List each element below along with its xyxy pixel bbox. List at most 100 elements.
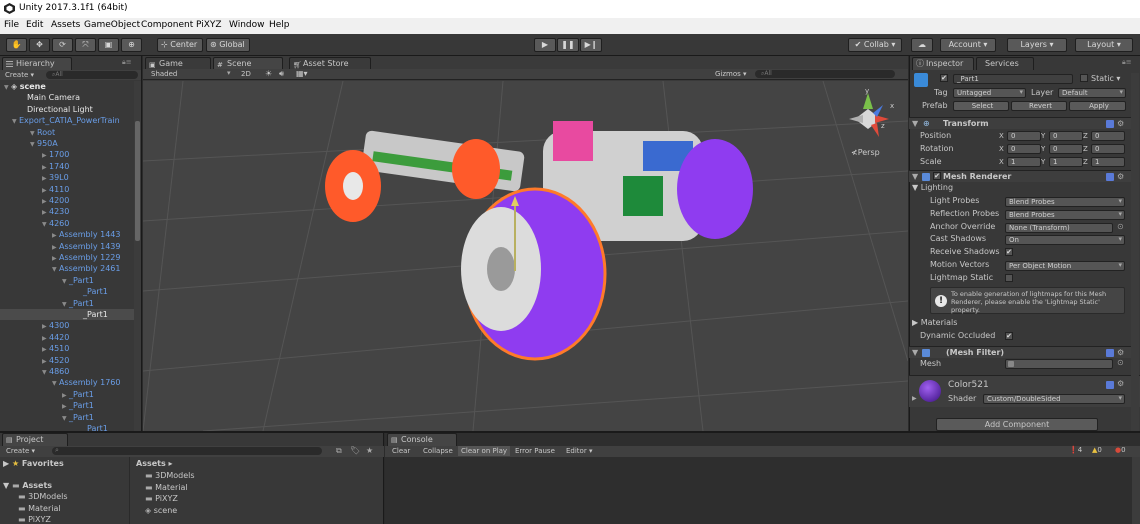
play-button[interactable]: ▶: [534, 38, 556, 52]
project-file-item[interactable]: ▬ PiXYZ: [145, 494, 178, 503]
console-scrollbar[interactable]: [1132, 457, 1140, 524]
project-file-item[interactable]: ◈ scene: [145, 506, 177, 515]
foldout-arrow-icon[interactable]: ▶: [42, 344, 49, 355]
mesh-filter-header[interactable]: ▼ (Mesh Filter) ⚙: [909, 346, 1131, 358]
transform-scale-y-field[interactable]: 1: [1049, 157, 1083, 167]
hierarchy-item[interactable]: ▶ 4230: [0, 206, 134, 217]
transform-scale-x-field[interactable]: 1: [1007, 157, 1041, 167]
object-picker-icon[interactable]: ⊙: [1117, 358, 1124, 367]
favorites-item[interactable]: ▶ ★ Favorites: [3, 459, 64, 468]
hierarchy-item[interactable]: ▶ 4110: [0, 184, 134, 195]
transform-position-x-field[interactable]: 0: [1007, 131, 1041, 141]
lightmap-static-checkbox[interactable]: [1005, 273, 1013, 282]
project-file-item[interactable]: ▬ 3DModels: [145, 471, 195, 480]
mesh-renderer-row-value[interactable]: Blend Probes: [1005, 209, 1125, 220]
tab-inspector[interactable]: ⓘ Inspector: [912, 57, 974, 70]
hierarchy-item[interactable]: ▶ _Part1: [0, 389, 134, 400]
hierarchy-item[interactable]: Main Camera: [0, 92, 134, 103]
shader-dropdown[interactable]: Custom/DoubleSided: [983, 394, 1125, 404]
settings-gear-icon[interactable]: ⚙: [1117, 379, 1124, 388]
move-tool-button[interactable]: ✥: [29, 38, 50, 52]
prefab-apply-button[interactable]: Apply: [1069, 101, 1126, 111]
menu-window[interactable]: Window: [229, 20, 265, 30]
project-breadcrumb[interactable]: Assets ▸: [136, 459, 173, 468]
transform-rotation-z-field[interactable]: 0: [1091, 144, 1125, 154]
transform-scale-z-field[interactable]: 1: [1091, 157, 1125, 167]
console-error-pause-button[interactable]: Error Pause: [515, 447, 555, 455]
console-clear-button[interactable]: Clear: [392, 447, 410, 455]
foldout-arrow-icon[interactable]: ▼: [42, 367, 49, 378]
foldout-arrow-icon[interactable]: ▶: [42, 196, 49, 207]
tag-dropdown[interactable]: Untagged: [953, 88, 1026, 98]
favorite-star-icon[interactable]: ★: [366, 446, 373, 455]
menu-edit[interactable]: Edit: [26, 20, 43, 30]
inspector-scrollbar[interactable]: [1131, 73, 1139, 431]
account-dropdown[interactable]: Account ▾: [940, 38, 996, 52]
pivot-center-toggle[interactable]: ⊹ Center: [157, 38, 203, 52]
inspector-lock-icon[interactable]: 🔒︎≡: [1122, 58, 1132, 67]
foldout-arrow-icon[interactable]: ▶: [42, 173, 49, 184]
static-checkbox[interactable]: [1080, 74, 1088, 82]
mesh-renderer-row-value[interactable]: Per Object Motion: [1005, 261, 1125, 271]
foldout-arrow-icon[interactable]: ▼: [62, 276, 69, 287]
layer-dropdown[interactable]: Default: [1058, 88, 1126, 98]
hierarchy-item[interactable]: ▼ Assembly 2461: [0, 263, 134, 274]
hierarchy-item[interactable]: ▼ Assembly 1760: [0, 377, 134, 388]
foldout-arrow-icon[interactable]: ▼: [62, 299, 69, 310]
foldout-arrow-icon[interactable]: ▼: [52, 264, 59, 275]
mode-2d-toggle[interactable]: 2D: [241, 70, 251, 78]
receive-shadows-checkbox[interactable]: ✔: [1005, 248, 1013, 257]
hierarchy-item[interactable]: ▶ 39L0: [0, 172, 134, 183]
hierarchy-item[interactable]: _Part1: [0, 286, 134, 297]
tab-hierarchy[interactable]: Hierarchy: [2, 57, 72, 70]
tab-console[interactable]: ▤ Console: [387, 433, 457, 446]
add-component-button[interactable]: Add Component: [936, 418, 1098, 431]
hierarchy-scene-root[interactable]: ▼ ◈ scene: [0, 81, 134, 92]
cloud-button[interactable]: ☁: [911, 38, 933, 52]
menu-component[interactable]: Component: [141, 20, 193, 30]
hierarchy-item[interactable]: ▶ 1740: [0, 161, 134, 172]
hierarchy-item[interactable]: _Part1: [0, 309, 134, 320]
foldout-arrow-icon[interactable]: ▶: [52, 253, 59, 264]
project-tree-folder[interactable]: ▬ 3DModels: [18, 492, 68, 501]
hierarchy-item[interactable]: ▶ 4420: [0, 332, 134, 343]
hierarchy-item[interactable]: ▼ 4260: [0, 218, 134, 229]
lighting-foldout[interactable]: ▼ Lighting: [912, 183, 953, 192]
foldout-arrow-icon[interactable]: ▶: [42, 333, 49, 344]
prefab-select-button[interactable]: Select: [953, 101, 1009, 111]
menu-file[interactable]: File: [4, 20, 19, 30]
hierarchy-item[interactable]: ▶ 1700: [0, 149, 134, 160]
console-warning-count[interactable]: ▲0: [1092, 446, 1102, 454]
hierarchy-item[interactable]: ▼ _Part1: [0, 412, 134, 423]
hand-tool-button[interactable]: ✋: [6, 38, 27, 52]
layout-dropdown[interactable]: Layout ▾: [1075, 38, 1133, 52]
project-search-input[interactable]: ⌕: [52, 446, 322, 455]
help-icon[interactable]: [1106, 173, 1114, 181]
help-icon[interactable]: [1106, 120, 1114, 128]
global-toggle[interactable]: ⊛ Global: [206, 38, 250, 52]
foldout-arrow-icon[interactable]: ▶: [42, 185, 49, 196]
console-clear-on-play-toggle[interactable]: Clear on Play: [458, 446, 511, 456]
console-collapse-button[interactable]: Collapse: [423, 447, 453, 455]
foldout-arrow-icon[interactable]: ▶: [42, 162, 49, 173]
help-icon[interactable]: [1106, 381, 1114, 389]
project-tree-folder[interactable]: ▬ Material: [18, 504, 61, 513]
foldout-arrow-icon[interactable]: ▶: [42, 150, 49, 161]
hierarchy-create-button[interactable]: Create ▾: [5, 71, 34, 79]
foldout-arrow-icon[interactable]: ▶: [52, 230, 59, 241]
mesh-object-field[interactable]: [1005, 359, 1113, 369]
scene-search-input[interactable]: ⌕All: [755, 70, 895, 78]
hierarchy-item[interactable]: ▼ _Part1: [0, 275, 134, 286]
foldout-arrow-icon[interactable]: ▶: [42, 356, 49, 367]
shading-mode-dropdown[interactable]: Shaded: [151, 70, 177, 78]
menu-assets[interactable]: Assets: [51, 20, 80, 30]
settings-gear-icon[interactable]: ⚙: [1117, 171, 1124, 182]
foldout-arrow-icon[interactable]: ▶: [62, 390, 69, 401]
filter-label-icon[interactable]: 🏷︎: [350, 446, 360, 455]
hierarchy-item[interactable]: ▶ _Part1: [0, 400, 134, 411]
hierarchy-item[interactable]: ▶ Assembly 1229: [0, 252, 134, 263]
menu-pixyz[interactable]: PiXYZ: [196, 20, 222, 30]
hierarchy-item[interactable]: ▶ 4510: [0, 343, 134, 354]
mesh-renderer-row-value[interactable]: None (Transform): [1005, 222, 1113, 233]
hierarchy-item[interactable]: ▶ 4300: [0, 320, 134, 331]
